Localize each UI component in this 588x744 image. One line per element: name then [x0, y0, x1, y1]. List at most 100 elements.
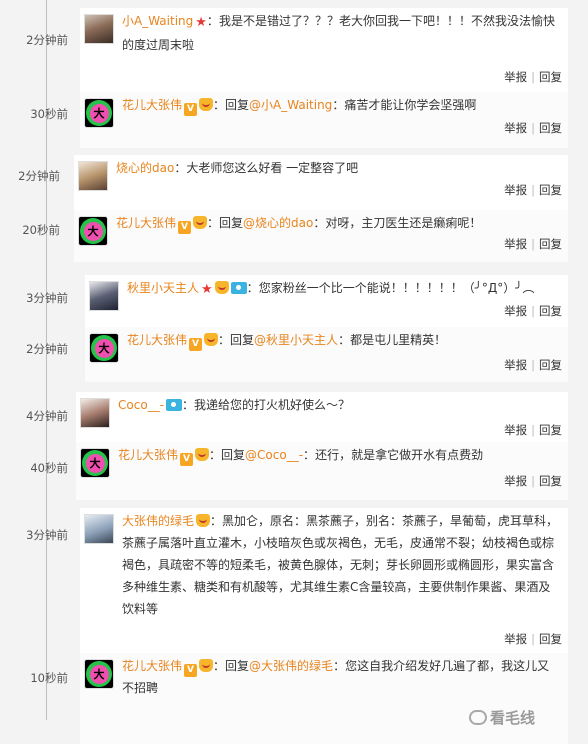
mention-link[interactable]: @秋里小天主人 [254, 333, 338, 347]
avatar-char: 大 [89, 664, 109, 684]
report-link[interactable]: 举报 [504, 121, 527, 135]
comment-time: 20秒前 [22, 223, 60, 237]
action-divider: | [531, 304, 535, 318]
colon-separator: ： [174, 161, 187, 175]
report-link[interactable]: 举报 [504, 474, 527, 488]
reply-prefix: 回复 [221, 448, 246, 462]
comment-actions: 举报 | 回复 [504, 303, 562, 319]
comment-message: 花儿大张伟 V ：回复@秋里小天主人：都是屯儿里精英！ [127, 329, 560, 351]
comment-text: 痛苦才能让你学会坚强啊 [344, 98, 477, 112]
username-link[interactable]: 小A_Waiting [122, 14, 193, 28]
user-avatar[interactable] [89, 281, 119, 311]
user-avatar[interactable]: 大 [78, 216, 108, 246]
username-link[interactable]: 花儿大张伟 [116, 216, 176, 230]
comment-text: 都是屯儿里精英！ [350, 333, 447, 347]
comment-time: 4分钟前 [26, 409, 68, 423]
report-link[interactable]: 举报 [504, 304, 527, 318]
username-link[interactable]: 花儿大张伟 [122, 659, 182, 673]
comment-message: 花儿大张伟 V ：回复@烧心的dao：对呀，主刀医生还是癞痢呢！ [116, 212, 560, 234]
mention-link[interactable]: @小A_Waiting [249, 98, 332, 112]
user-avatar[interactable]: 大 [84, 659, 114, 689]
watermark: 看毛线 [469, 707, 535, 728]
comment-time: 40秒前 [30, 461, 68, 475]
colon-separator: ： [332, 98, 345, 112]
username-link[interactable]: 大张伟的绿毛 [122, 514, 194, 528]
member-face-icon [199, 98, 214, 111]
reply-link[interactable]: 回复 [539, 121, 562, 135]
username-link[interactable]: 花儿大张伟 [122, 98, 182, 112]
report-link[interactable]: 举报 [504, 183, 527, 197]
comment-time: 10秒前 [30, 671, 68, 685]
member-face-icon [195, 448, 210, 461]
reply-prefix: 回复 [225, 659, 250, 673]
report-link[interactable]: 举报 [504, 70, 527, 84]
report-link[interactable]: 举报 [504, 632, 527, 646]
reply-link[interactable]: 回复 [539, 304, 562, 318]
colon-separator: ： [338, 333, 351, 347]
username-link[interactable]: 花儿大张伟 [127, 333, 187, 347]
user-avatar[interactable]: 大 [89, 333, 119, 363]
verified-v-icon: V [178, 221, 192, 234]
reply-link[interactable]: 回复 [539, 358, 562, 372]
comment-actions: 举报 | 回复 [504, 69, 562, 85]
username-link[interactable]: Coco__- [118, 398, 164, 412]
user-avatar[interactable] [84, 514, 114, 544]
reply-link[interactable]: 回复 [539, 632, 562, 646]
member-face-icon [199, 659, 214, 672]
comment-actions: 举报 | 回复 [504, 631, 562, 647]
comment-text: 黑加仑，原名：黑茶藨子，别名：茶藨子，旱葡萄，虎耳草科，茶藨子属落叶直立灌木，小… [122, 514, 559, 616]
user-avatar[interactable]: 大 [84, 98, 114, 128]
wechat-icon [469, 710, 487, 725]
comment-message: Coco__- ：我递给您的打火机好使么～？ [118, 394, 560, 416]
star-icon: ★ [201, 282, 213, 297]
comment-actions: 举报 | 回复 [504, 473, 562, 489]
report-link[interactable]: 举报 [504, 358, 527, 372]
avatar-ring: 大 [86, 100, 112, 126]
colon-separator: ： [246, 281, 259, 295]
action-divider: | [531, 474, 535, 488]
comment-time: 3分钟前 [26, 528, 68, 542]
member-face-icon [214, 281, 229, 294]
report-link[interactable]: 举报 [504, 423, 527, 437]
action-divider: | [531, 358, 535, 372]
reply-link[interactable]: 回复 [539, 237, 562, 251]
comment-text: 我递给您的打火机好使么～？ [194, 398, 351, 412]
colon-separator: ： [182, 398, 195, 412]
avatar-char: 大 [83, 221, 103, 241]
username-link[interactable]: 烧心的dao [116, 161, 174, 175]
user-avatar[interactable] [80, 398, 110, 428]
reply-link[interactable]: 回复 [539, 423, 562, 437]
avatar-ring: 大 [86, 661, 112, 687]
comment-message: 花儿大张伟 V ：回复@大张伟的绿毛：您这自我介绍发好几遍了都，我这儿又不招聘 [122, 655, 560, 699]
reply-link[interactable]: 回复 [539, 70, 562, 84]
mention-link[interactable]: @大张伟的绿毛 [249, 659, 333, 673]
member-face-icon [196, 514, 211, 527]
user-avatar[interactable] [78, 161, 108, 191]
username-link[interactable]: 秋里小天主人 [127, 281, 199, 295]
action-divider: | [531, 632, 535, 646]
comment-actions: 举报 | 回复 [504, 422, 562, 438]
username-link[interactable]: 花儿大张伟 [118, 448, 178, 462]
colon-separator: ： [207, 216, 220, 230]
user-avatar[interactable] [84, 14, 114, 44]
comment-message: 花儿大张伟 V ：回复@小A_Waiting：痛苦才能让你学会坚强啊 [122, 94, 560, 116]
colon-separator: ： [213, 98, 226, 112]
action-divider: | [531, 183, 535, 197]
comment-actions: 举报 | 回复 [504, 236, 562, 252]
colon-separator: ： [333, 659, 346, 673]
comment-message: 小A_Waiting ★：我是不是错过了？？？老大你回我一下吧！！！不然我没法愉快… [122, 10, 560, 56]
reply-link[interactable]: 回复 [539, 183, 562, 197]
mention-link[interactable]: @Coco__- [245, 448, 303, 462]
reply-link[interactable]: 回复 [539, 474, 562, 488]
action-divider: | [531, 70, 535, 84]
mention-link[interactable]: @烧心的dao [243, 216, 313, 230]
avatar-char: 大 [85, 453, 105, 473]
colon-separator: ： [210, 514, 223, 528]
comment-time: 3分钟前 [26, 291, 68, 305]
comment-time: 30秒前 [30, 107, 68, 121]
member-face-icon [204, 333, 219, 346]
comment-time: 2分钟前 [18, 169, 60, 183]
report-link[interactable]: 举报 [504, 237, 527, 251]
user-avatar[interactable]: 大 [80, 448, 110, 478]
comment-message: 大张伟的绿毛 ：黑加仑，原名：黑茶藨子，别名：茶藨子，旱葡萄，虎耳草科，茶藨子属落… [122, 510, 560, 620]
